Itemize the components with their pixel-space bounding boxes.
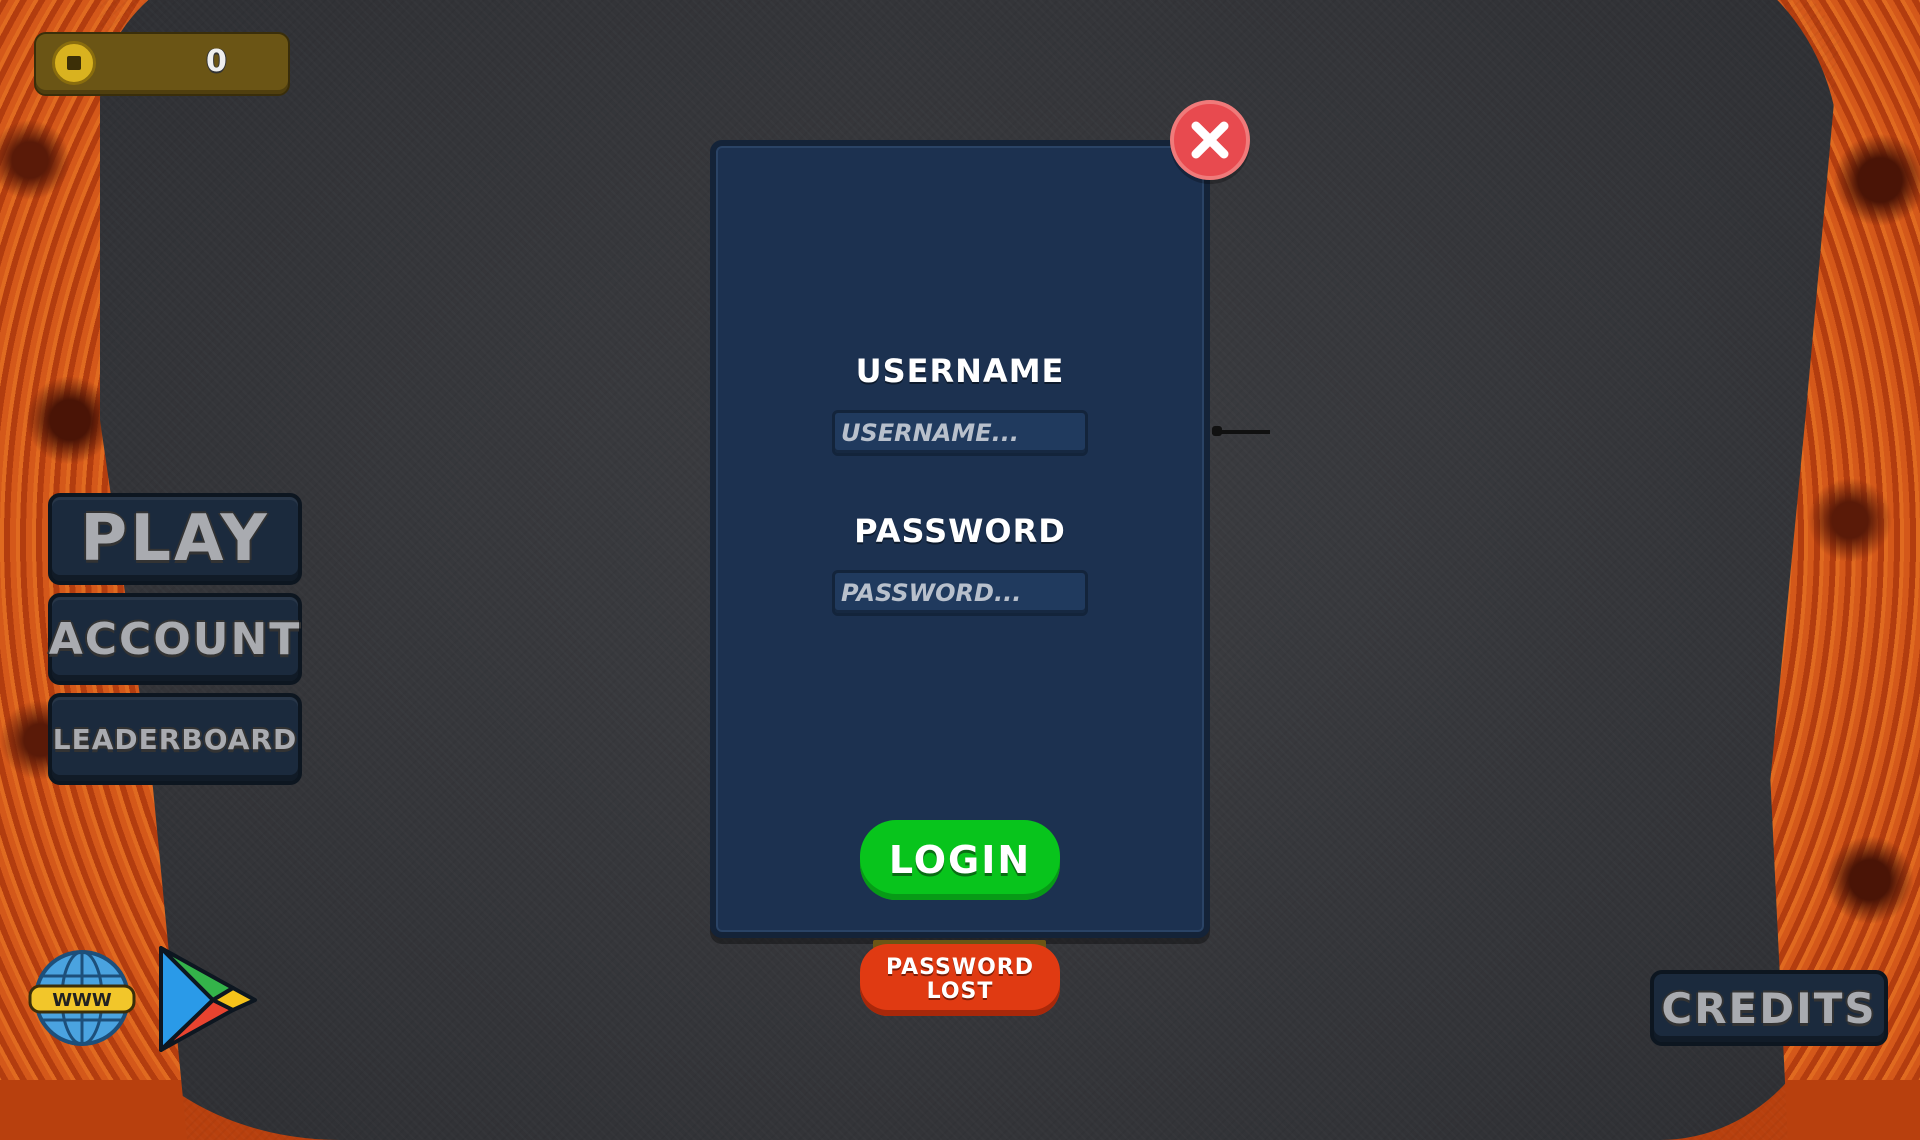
password-lost-line2: LOST: [926, 979, 994, 1004]
leaderboard-button[interactable]: LEADERBOARD: [48, 693, 302, 785]
login-button[interactable]: LOGIN: [860, 820, 1060, 900]
credits-button[interactable]: CREDITS: [1650, 970, 1888, 1046]
close-button[interactable]: [1170, 100, 1250, 180]
website-globe-icon[interactable]: WWW: [28, 948, 136, 1048]
password-label: PASSWORD: [854, 512, 1066, 550]
globe-label: WWW: [52, 990, 112, 1011]
account-button[interactable]: ACCOUNT: [48, 593, 302, 685]
globe-icon: WWW: [28, 950, 136, 1046]
username-input[interactable]: [832, 410, 1088, 456]
coin-counter: 0: [34, 32, 290, 96]
password-lost-button[interactable]: PASSWORD LOST: [860, 944, 1060, 1016]
coin-count: 0: [206, 44, 227, 79]
play-button[interactable]: PLAY: [48, 493, 302, 585]
coin-icon: [52, 41, 96, 85]
wire-decoration: [1212, 426, 1270, 436]
password-lost-line1: PASSWORD: [885, 955, 1034, 980]
play-store-icon[interactable]: [155, 944, 259, 1054]
close-icon: [1191, 121, 1229, 159]
password-input[interactable]: [832, 570, 1088, 616]
username-label: USERNAME: [855, 352, 1065, 390]
